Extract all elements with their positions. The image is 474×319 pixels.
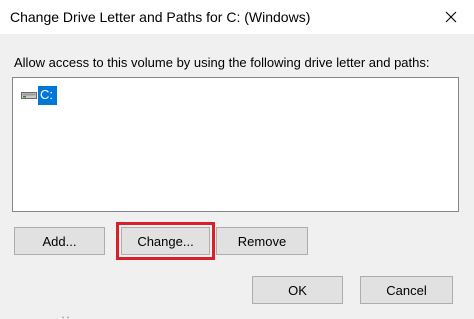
remove-button[interactable]: Remove [216,227,308,255]
list-item[interactable]: C: [21,85,57,105]
close-button[interactable] [428,0,474,34]
list-item-label: C: [38,85,57,105]
close-icon [445,11,457,23]
drive-icon [21,87,37,103]
change-button[interactable]: Change... [121,227,210,255]
title-bar: Change Drive Letter and Paths for C: (Wi… [0,0,474,34]
drive-paths-listbox[interactable]: C: [12,77,459,212]
add-button[interactable]: Add... [14,227,105,255]
ok-button[interactable]: OK [252,276,343,304]
cancel-button[interactable]: Cancel [360,276,453,304]
instruction-text: Allow access to this volume by using the… [14,55,430,70]
window-title: Change Drive Letter and Paths for C: (Wi… [10,9,311,25]
dialog-window: Change Drive Letter and Paths for C: (Wi… [0,0,474,319]
